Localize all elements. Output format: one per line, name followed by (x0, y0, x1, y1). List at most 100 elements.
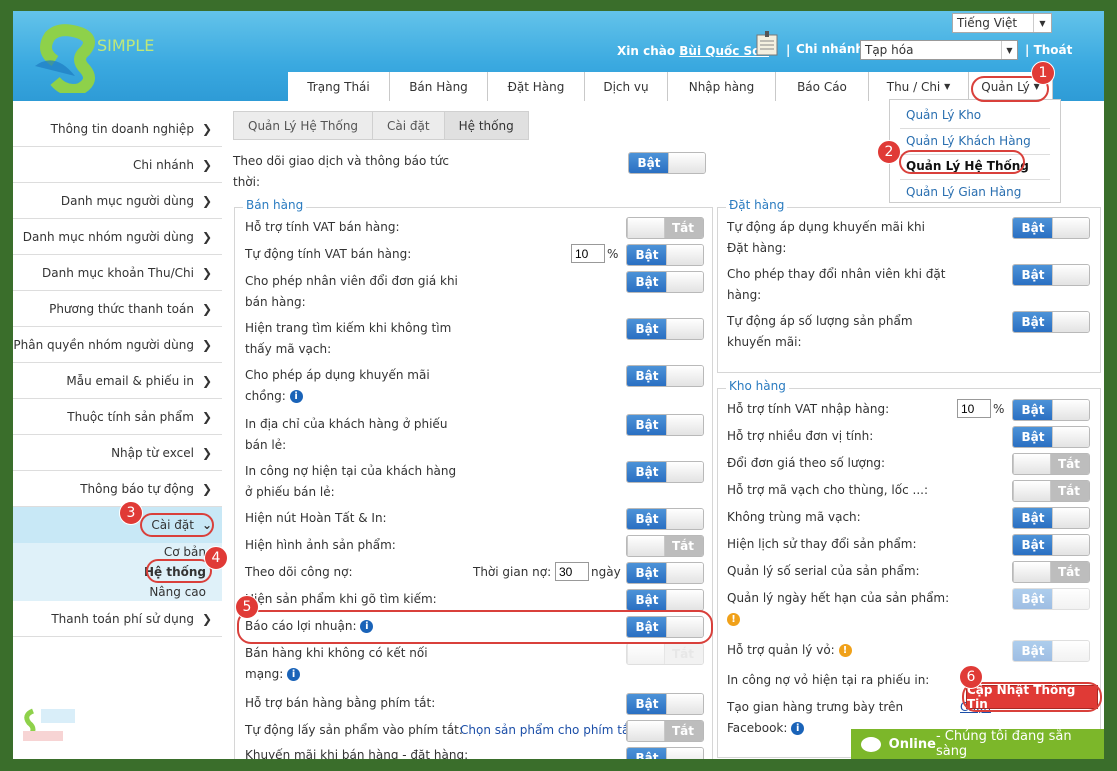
submenu-nang-cao[interactable]: Nâng cao (149, 585, 206, 599)
setting-toggle[interactable]: Bật (626, 414, 704, 436)
setting-toggle[interactable]: Tắt (626, 217, 704, 239)
debt-time-label: Thời gian nợ: (473, 565, 552, 579)
setting-toggle[interactable]: Tắt (1012, 480, 1090, 502)
setting-toggle[interactable]: Tắt (626, 643, 704, 665)
setting-toggle[interactable]: Bật (1012, 311, 1090, 333)
percent-label: % (993, 402, 1005, 416)
setting-label: Hỗ trợ mã vạch cho thùng, lốc ...: (727, 483, 929, 497)
sidebar-item-phan-quyen[interactable]: Phân quyền nhóm người dùng ❯ (13, 327, 222, 363)
annotation-ring (237, 610, 713, 644)
header: SIMPLE Tiếng Việt ▼ Xin chào Bùi Quốc Sơ… (13, 11, 1104, 101)
tab-ban-hang[interactable]: Bán Hàng (390, 72, 488, 101)
setting-toggle[interactable]: Bật (1012, 640, 1090, 662)
submenu-co-ban[interactable]: Cơ bản (164, 545, 206, 559)
setting-label: Khuyến mãi khi bán hàng - đặt hàng: (245, 748, 469, 759)
sidebar-item-danh-muc-khoan-thu-chi[interactable]: Danh mục khoản Thu/Chi ❯ (13, 255, 222, 291)
top-setting-toggle[interactable]: Bật (628, 152, 706, 174)
breadcrumb: Quản Lý Hệ Thống Cài đặt Hệ thống (233, 111, 529, 140)
setting-toggle[interactable]: Bật (626, 562, 704, 584)
menu-item-quan-ly-gian-hang[interactable]: Quản Lý Gian Hàng (906, 185, 1021, 199)
setting-toggle[interactable]: Tắt (626, 535, 704, 557)
setting-label: Hiện trang tìm kiếm khi không tìm thấy mã… (245, 321, 452, 356)
sidebar-item-thanh-toan-phi[interactable]: Thanh toán phí sử dụng ❯ (13, 601, 222, 637)
tab-trang-thai[interactable]: Trạng Thái (288, 72, 390, 101)
language-select[interactable]: Tiếng Việt ▼ (952, 13, 1052, 33)
setting-toggle[interactable]: Bật (626, 589, 704, 611)
sidebar-item-thong-tin-doanh-nghiep[interactable]: Thông tin doanh nghiệp ❯ (13, 111, 222, 147)
sidebar-item-nhap-excel[interactable]: Nhập từ excel ❯ (13, 435, 222, 471)
percent-label: % (607, 247, 619, 261)
info-icon[interactable]: i (289, 390, 303, 403)
setting-toggle[interactable]: Bật (626, 747, 704, 759)
chevron-right-icon: ❯ (201, 193, 212, 208)
setting-label: Quản lý ngày hết hạn của sản phẩm:! (727, 591, 950, 626)
breadcrumb-cai-dat[interactable]: Cài đặt (372, 111, 445, 140)
setting-toggle[interactable]: Bật (1012, 426, 1090, 448)
chevron-right-icon: ❯ (201, 301, 212, 316)
setting-toggle[interactable]: Bật (1012, 217, 1090, 239)
notebook-icon[interactable] (755, 31, 779, 57)
simple-solutions-logo (23, 708, 75, 741)
annotation-badge-1: 1 (1031, 61, 1055, 85)
tab-nhap-hang[interactable]: Nhập hàng (668, 72, 776, 101)
setting-toggle[interactable]: Bật (626, 244, 704, 266)
shortcut-product-link[interactable]: Chọn sản phẩm cho phím tắt (460, 720, 634, 741)
tab-dat-hang[interactable]: Đặt Hàng (488, 72, 585, 101)
tab-bao-cao[interactable]: Báo Cáo (776, 72, 869, 101)
setting-toggle[interactable]: Bật (1012, 534, 1090, 556)
setting-toggle[interactable]: Bật (626, 318, 704, 340)
sidebar-item-chi-nhanh[interactable]: Chi nhánh ❯ (13, 147, 222, 183)
menu-item-quan-ly-kho[interactable]: Quản Lý Kho (906, 108, 981, 122)
vat-input[interactable] (571, 244, 605, 263)
info-icon[interactable]: i (791, 722, 805, 735)
branch-select[interactable]: Tạp hóa ▼ (860, 40, 1018, 60)
chevron-right-icon: ❯ (201, 121, 212, 136)
warning-icon[interactable]: ! (838, 644, 852, 657)
debt-time-input[interactable] (555, 562, 589, 581)
setting-toggle[interactable]: Bật (626, 365, 704, 387)
chevron-down-icon: ▼ (1001, 41, 1017, 59)
top-setting-label: Theo dõi giao dịch và thông báo tức thời: (233, 154, 450, 189)
setting-toggle[interactable]: Bật (626, 271, 704, 293)
setting-toggle[interactable]: Bật (1012, 399, 1090, 421)
vat-import-input[interactable] (957, 399, 991, 418)
sidebar-item-thuoc-tinh[interactable]: Thuộc tính sản phẩm ❯ (13, 399, 222, 435)
logout-link[interactable]: | Thoát (1025, 43, 1072, 57)
menu-item-quan-ly-khach-hang[interactable]: Quản Lý Khách Hàng (906, 134, 1031, 148)
setting-label: Tự động áp dụng khuyến mãi khi Đặt hàng: (727, 220, 925, 255)
setting-label: Hiện hình ảnh sản phẩm: (245, 538, 396, 552)
breadcrumb-quan-ly-he-thong[interactable]: Quản Lý Hệ Thống (233, 111, 374, 140)
sidebar-item-phuong-thuc-thanh-toan[interactable]: Phương thức thanh toán ❯ (13, 291, 222, 327)
setting-toggle[interactable]: Bật (626, 508, 704, 530)
online-chat-bar[interactable]: Online - Chúng tôi đang sẵn sàng (851, 729, 1104, 759)
annotation-ring (962, 682, 1102, 712)
tab-dich-vu[interactable]: Dịch vụ (585, 72, 668, 101)
chevron-down-icon: ▼ (1033, 14, 1051, 32)
setting-toggle[interactable]: Bật (1012, 507, 1090, 529)
chevron-right-icon: ❯ (201, 265, 212, 280)
tab-thu-chi[interactable]: Thu / Chi ▼ (869, 72, 969, 101)
setting-toggle[interactable]: Bật (626, 693, 704, 715)
breadcrumb-he-thong: Hệ thống (443, 111, 529, 140)
setting-toggle[interactable]: Tắt (1012, 453, 1090, 475)
setting-label: Không trùng mã vạch: (727, 510, 861, 524)
info-icon[interactable]: i (287, 668, 301, 681)
setting-label: Đổi đơn giá theo số lượng: (727, 456, 886, 470)
setting-toggle[interactable]: Bật (1012, 588, 1090, 610)
setting-label: Bán hàng khi không có kết nối mạng: i (245, 646, 428, 681)
setting-toggle[interactable]: Tắt (1012, 561, 1090, 583)
setting-toggle[interactable]: Bật (626, 461, 704, 483)
setting-toggle[interactable]: Bật (1012, 264, 1090, 286)
sidebar-item-danh-muc-nguoi-dung[interactable]: Danh mục người dùng ❯ (13, 183, 222, 219)
warning-icon[interactable]: ! (727, 613, 740, 626)
setting-label: Cho phép thay đổi nhân viên khi đặt hàng: (727, 267, 946, 302)
annotation-ring (140, 513, 214, 537)
setting-label: In công nợ vỏ hiện tại ra phiếu in: (727, 673, 930, 687)
chevron-right-icon: ❯ (201, 611, 212, 626)
branch-label: Chi nhánh: (796, 42, 869, 56)
sidebar-item-danh-muc-nhom-nguoi-dung[interactable]: Danh mục nhóm người dùng ❯ (13, 219, 222, 255)
setting-toggle[interactable]: Tắt (626, 720, 704, 742)
sidebar-item-mau-email[interactable]: Mẫu email & phiếu in ❯ (13, 363, 222, 399)
chevron-right-icon: ❯ (201, 229, 212, 244)
sidebar-item-thong-bao[interactable]: Thông báo tự động ❯ (13, 471, 222, 507)
